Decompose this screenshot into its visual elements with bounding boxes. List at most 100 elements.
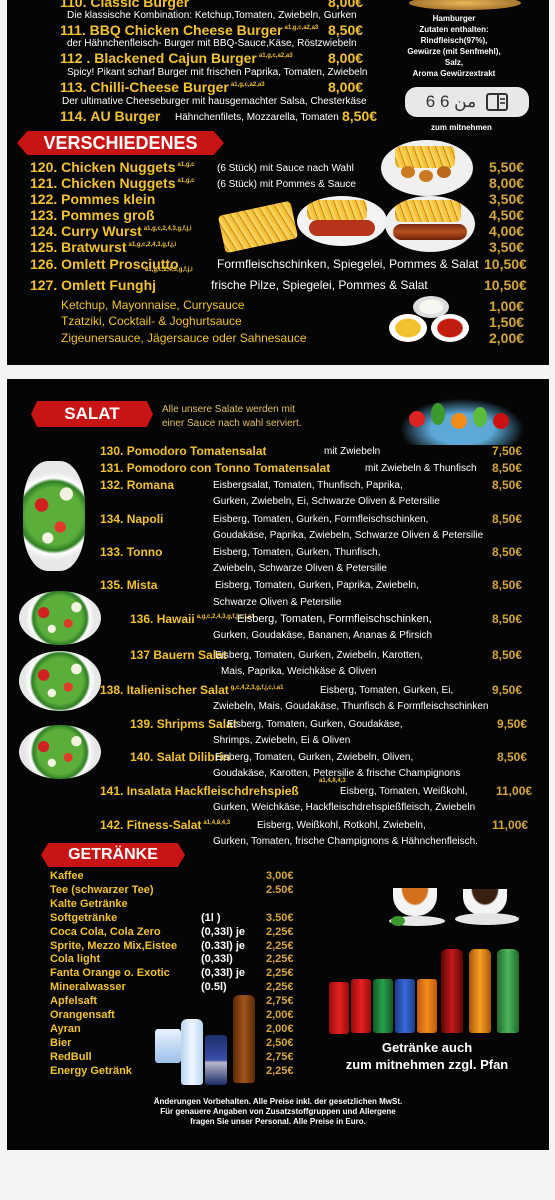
drink-size: (0,33l) je: [201, 925, 246, 938]
item-123-price: 4,50€: [489, 207, 525, 223]
item-125: 125. Bratwurst a1,g,c,2,4,3,g,f,j,i: [30, 239, 177, 255]
drink-price: 2,75€: [266, 995, 294, 1008]
fanta-can-image: [395, 979, 415, 1033]
salat-135-desc2: Schwarze Oliven & Petersilie: [213, 597, 342, 608]
drink-price: 2,25€: [266, 953, 294, 966]
nuggets-plate-image: [381, 140, 473, 196]
drink-name: Tee (schwarzer Tee): [50, 883, 154, 896]
drink-name: Ayran: [50, 1022, 81, 1035]
item-124: 124. Curry Wurst a1,g,c,2,4,3,g,f,j,i: [30, 223, 192, 239]
page-view-icon: [486, 93, 509, 111]
salat-131-price: 8,50€: [492, 461, 523, 475]
drink-name: Orangensaft: [50, 1009, 115, 1021]
drink-price: 2.50€: [266, 883, 294, 896]
burger-113-price: 8,00€: [328, 79, 364, 95]
salat-142: 142. Fitness-Salat a1,4,8,4,3: [100, 818, 231, 832]
salat-142-price: 11,00€: [492, 818, 529, 832]
drink-name: Bier: [50, 1036, 72, 1049]
drink-price: 2,25€: [266, 925, 294, 938]
drink-price: 2,75€: [266, 1050, 294, 1063]
salat-140-desc: Eisberg, Tomaten, Gurken, Zwiebeln, Oliv…: [215, 752, 414, 763]
item-122-price: 3,50€: [489, 191, 525, 207]
salat-136-desc2: Gurken, Goudakäse, Bananen, Ananas & Pfi…: [213, 630, 433, 641]
item-127-desc: frische Pilze, Spiegelei, Pommes & Salat: [211, 278, 428, 292]
salat-141-desc2: Gurken, Weichkäse, Hackfleischdrehspießf…: [213, 802, 476, 813]
takeaway-label: zum mitnehmen: [431, 123, 492, 132]
drink-price: 2,00€: [266, 1022, 294, 1035]
item-126-price: 10,50€: [484, 256, 527, 272]
drink-name: Sprite, Mezzo Mix,Eistee: [50, 939, 178, 952]
burger-113-desc: Der ultimative Cheeseburger mit hausgema…: [62, 96, 367, 107]
page-indicator-text: 6 من 6: [425, 92, 477, 111]
drink-name: Energy Getränk: [50, 1064, 132, 1077]
cola-can-2-image: [351, 979, 371, 1033]
drink-price: 2,25€: [266, 939, 294, 952]
salat-134-desc: Eisberg, Tomaten, Gurken, Formfleischsch…: [213, 514, 429, 525]
drink-size: (0,33l): [201, 953, 233, 966]
salat-138-desc: Eisberg, Tomaten, Gurken, Ei,: [320, 685, 454, 696]
item-127: 127. Omlett Funghj: [30, 277, 157, 293]
burger-112-price: 8,00€: [328, 50, 364, 66]
drink-price: 2,50€: [266, 1036, 294, 1049]
sauce-line-1: Ketchup, Mayonnaise, Currysauce: [61, 298, 245, 312]
drinks-takeaway-note: Getränke auch zum mitnehmen zzgl. Pfan: [345, 1040, 509, 1072]
salat-134-desc2: Goudakäse, Paprika, Zwiebeln, Schwarze O…: [213, 530, 484, 541]
fries-image: [217, 200, 299, 254]
salad-plate-1-image: [19, 591, 101, 645]
drink-name: Kaffee: [50, 870, 84, 882]
salat-130-price: 7,50€: [492, 444, 523, 458]
cola-bottle-image: [441, 949, 463, 1033]
salat-141: 141. Insalata Hackfleischdrehspieß: [100, 784, 299, 798]
salat-133: 133. Tonno: [100, 545, 163, 559]
salat-133-price: 8,50€: [492, 545, 523, 559]
sauce-line-3-price: 2,00€: [489, 330, 525, 346]
drink-name: RedBull: [50, 1050, 92, 1063]
currywurst-plate-image: [297, 196, 387, 246]
salat-141-sup: a1,4,8,4,3: [319, 778, 346, 784]
salat-131-desc: mit Zwiebeln & Thunfisch: [365, 463, 477, 474]
salat-135: 135. Mista: [100, 578, 158, 592]
sauce-mustard-image: [389, 314, 427, 342]
salat-banner: SALAT: [31, 401, 153, 427]
drink-name: Apfelsaft: [50, 995, 98, 1008]
drink-price: 2,25€: [266, 1064, 294, 1077]
drink-size: (1l ): [201, 911, 221, 924]
sprite-bottle-image: [497, 949, 519, 1033]
salat-135-price: 8,50€: [492, 578, 523, 592]
drink-price: 2,25€: [266, 967, 294, 980]
drink-name: Softgetränke: [50, 911, 118, 924]
salad-bowl-image: [23, 461, 85, 571]
salat-137-price: 8,50€: [492, 648, 523, 662]
drink-price: 2,00€: [266, 1009, 294, 1021]
burger-112: 112 . Blackened Cajun Burger a1,g,c,a2,a3: [60, 50, 293, 66]
salat-note: Alle unsere Salate werden mit einer Sauc…: [162, 404, 302, 429]
drink-name: Coca Cola, Cola Zero: [50, 925, 161, 938]
page-indicator[interactable]: 6 من 6: [405, 87, 529, 117]
salat-136: 136. Hawaii a,g,c,2,4,3,g,f,j,c,i,a1: [130, 612, 255, 626]
item-121-price: 8,00€: [489, 175, 525, 191]
vegetables-splash-image: [389, 393, 535, 445]
sauce-line-2-price: 1,50€: [489, 314, 525, 330]
burger-112-desc: Spicy! Pikant scharf Burger mit frischen…: [67, 67, 368, 78]
burger-113: 113. Chilli-Cheese Burger a1,g,c,a2,a3: [60, 79, 265, 95]
drink-size: (0.5l): [201, 981, 227, 994]
item-120-desc: (6 Stück) mit Sauce nach Wahl: [217, 163, 354, 174]
ayran-cup-image: [155, 1029, 181, 1063]
drink-name: Mineralwasser: [50, 981, 126, 994]
salat-134: 134. Napoli: [100, 512, 164, 526]
salat-139-desc: Eisberg, Tomaten, Gurken, Goudakäse,: [227, 719, 403, 730]
item-126-sup: a1,g,c,2,4,3,g,f,j,i: [145, 267, 193, 273]
redbull-can-image: [205, 1035, 227, 1085]
drink-size: (0,33l) je: [201, 967, 246, 980]
cola-can-image: [329, 982, 349, 1034]
menu-page-salat-getraenke: SALAT Alle unsere Salate werden mit eine…: [7, 379, 549, 1150]
salat-132: 132. Romana: [100, 478, 175, 492]
burger-image: [409, 0, 521, 10]
drink-name: Fanta Orange o. Exotic: [50, 967, 170, 980]
sauce-line-3: Zigeunersauce, Jägersauce oder Sahnesauc…: [61, 331, 307, 345]
item-120: 120. Chicken Nuggets a1,g,c: [30, 159, 195, 175]
salat-130: 130. Pomodoro Tomatensalat: [100, 444, 267, 458]
salat-133-desc: Eisberg, Tomaten, Gurken, Thunfisch,: [213, 547, 381, 558]
salat-136-price: 8,50€: [492, 612, 523, 626]
salat-140-price: 8,50€: [497, 750, 528, 764]
